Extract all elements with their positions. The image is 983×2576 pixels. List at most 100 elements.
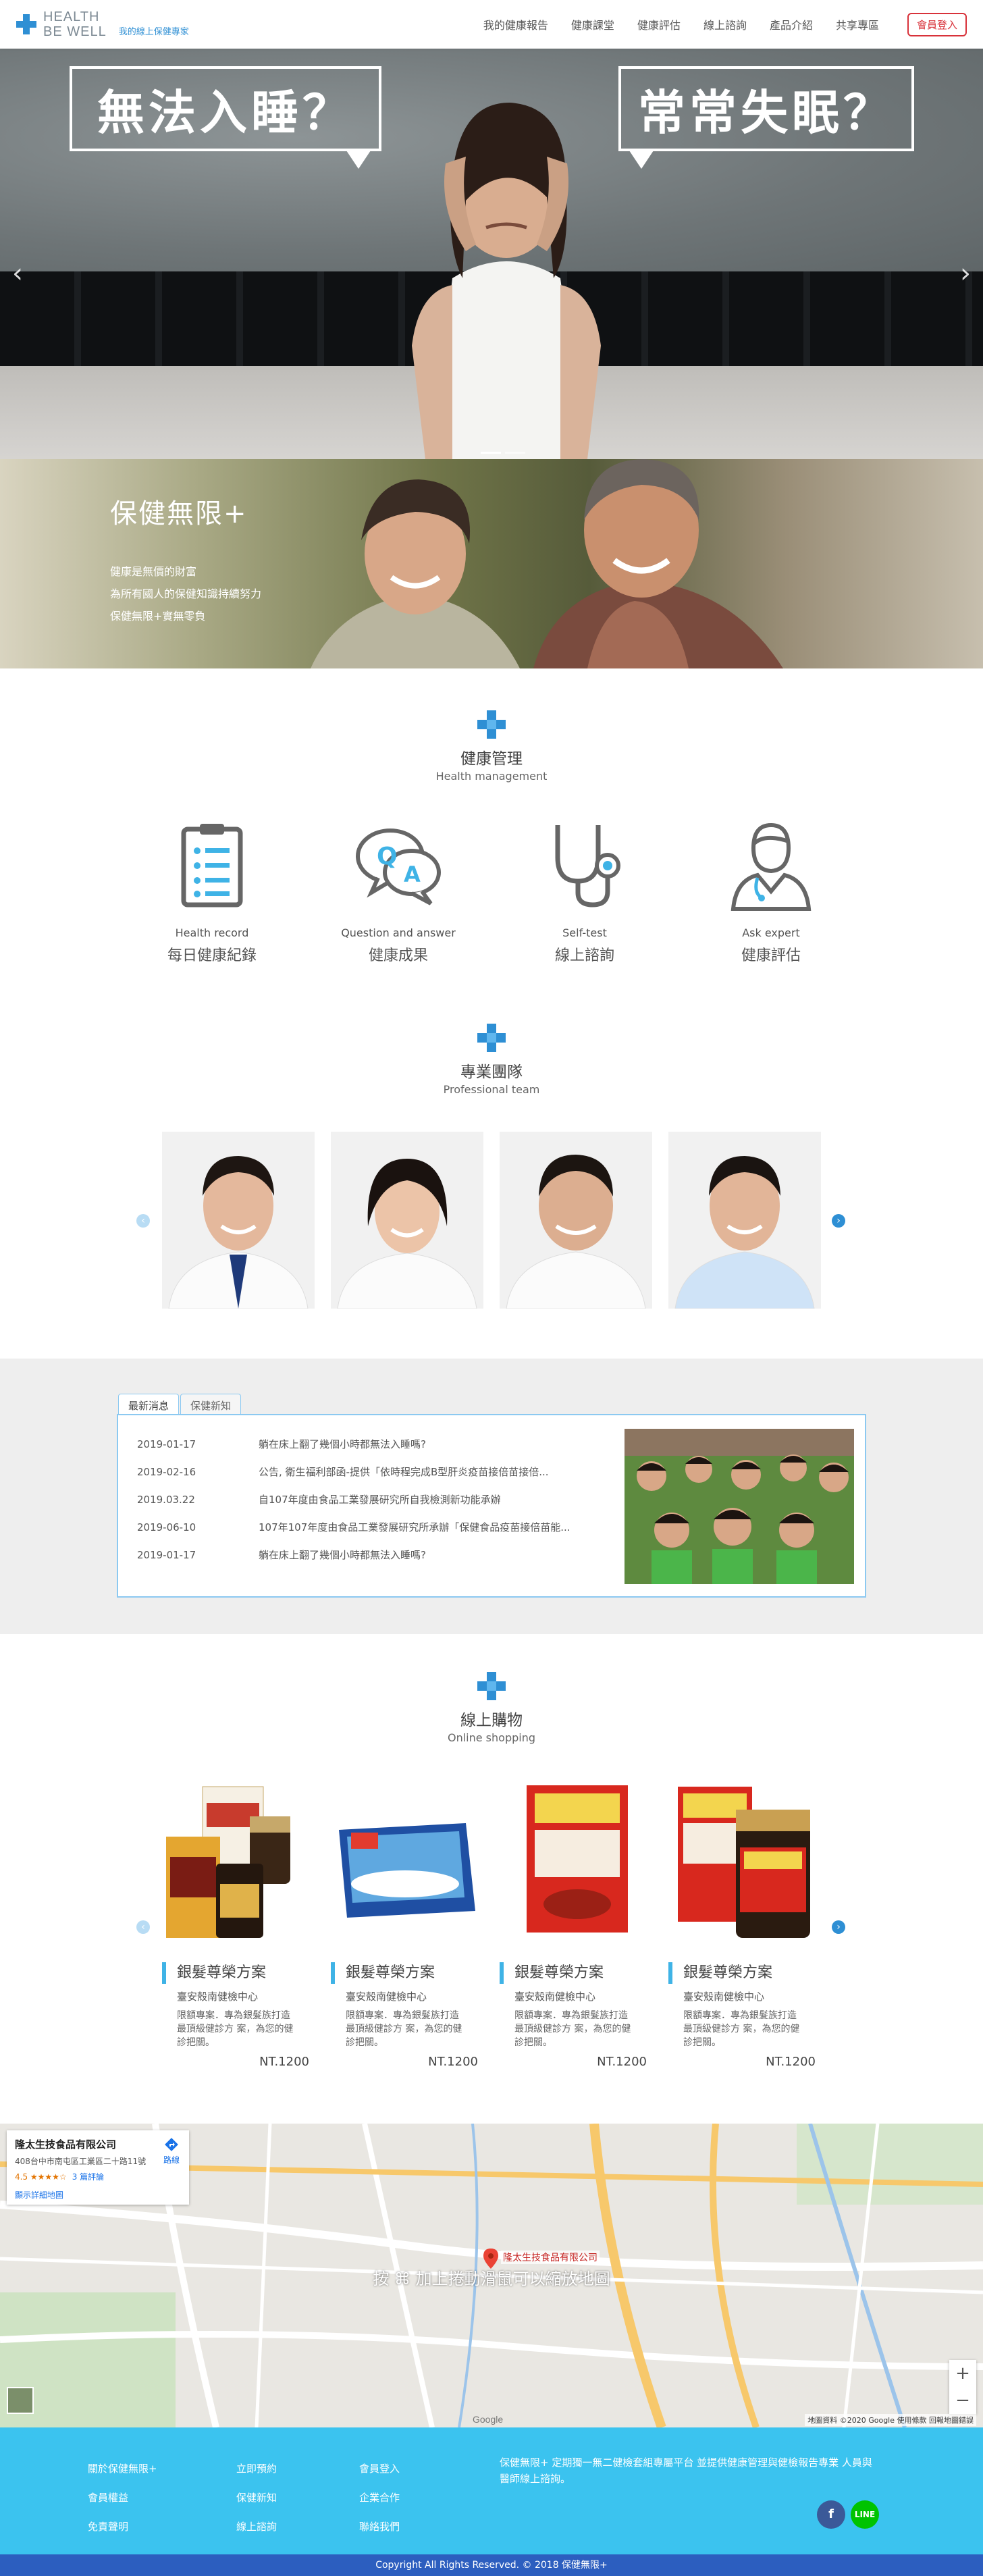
map-address: 408台中市南屯區工業區二十路11號	[15, 2157, 147, 2166]
main-nav: 我的健康報告 健康課堂 健康評估 線上諮詢 產品介紹 共享專區 會員登入	[483, 12, 967, 36]
stethoscope-icon	[555, 825, 620, 908]
health-section-title: 健康管理	[460, 750, 523, 768]
news-item[interactable]: 2019-06-10 107年107年度由食品工業發展研究所承辦「保健食品疫苗接倍…	[137, 1513, 603, 1541]
doctor-icon	[730, 822, 812, 911]
zoom-out-button[interactable]: −	[949, 2387, 976, 2414]
product-carousel: 銀髮尊榮方案 臺安殼南健檢中心 限額專案．專為銀髮族打造最頂級健診方 案，為您的…	[162, 1783, 821, 2069]
banner-title: 保健無限+	[110, 498, 248, 529]
news-date: 2019-01-17	[137, 1548, 196, 1561]
tab-health-knowledge[interactable]: 保健新知	[180, 1394, 242, 1417]
health-item-qa[interactable]: Q A Question and answer 健康成果	[338, 817, 459, 965]
news-item[interactable]: 2019.03.22 自107年度由食品工業發展研究所自我檢測新功能承辦	[137, 1486, 603, 1513]
nav-online-consult[interactable]: 線上諮詢	[703, 16, 747, 32]
news-tabs: 最新消息 保健新知	[118, 1394, 242, 1417]
map-larger-link[interactable]: 顯示詳細地圖	[15, 2189, 181, 2201]
cross-logo-icon	[16, 14, 36, 34]
product-image-natto-box	[527, 1785, 628, 1933]
hero-dot-2[interactable]	[505, 452, 525, 454]
news-title: 躺在床上翻了幾個小時都無法入睡嗎?	[259, 1549, 426, 1561]
hero-next-arrow-icon[interactable]: ›	[960, 258, 971, 289]
product-title: 銀髮尊榮方案	[500, 1962, 652, 1984]
plus-icon	[477, 1024, 506, 1052]
health-item-selftest[interactable]: Self-test 線上諮詢	[524, 817, 645, 965]
footer-link-contact[interactable]: 聯絡我們	[359, 2513, 400, 2542]
product-image-natto-set	[678, 1787, 810, 1938]
map-directions-button[interactable]: 路線	[163, 2137, 180, 2165]
news-item[interactable]: 2019-02-16 公告, 衛生福利部函-提供「依時程完成B型肝炎疫苗接倍苗接倍…	[137, 1458, 603, 1486]
plus-icon	[477, 1672, 506, 1700]
doctor-photo-1	[168, 1156, 309, 1309]
map-zoom-controls: + −	[949, 2360, 976, 2414]
news-photo-children	[625, 1429, 854, 1584]
nav-share-zone[interactable]: 共享專區	[836, 16, 879, 32]
facebook-icon[interactable]: f	[817, 2500, 845, 2529]
product-subtitle: 臺安殼南健檢中心	[346, 1991, 427, 2003]
map-reviews-link[interactable]: 3 篇評論	[72, 2172, 104, 2182]
product-title: 銀髮尊榮方案	[162, 1962, 315, 1984]
footer-link-business[interactable]: 企業合作	[359, 2483, 400, 2513]
product-description: 限額專案．專為銀髮族打造最頂級健診方 案，為您的健診把關。	[514, 2010, 631, 2048]
svg-text:Q: Q	[377, 843, 398, 870]
product-subtitle: 臺安殼南健檢中心	[177, 1991, 259, 2003]
footer-link-member-login[interactable]: 會員登入	[359, 2454, 400, 2483]
news-item[interactable]: 2019-01-17 躺在床上翻了幾個小時都無法入睡嗎?	[137, 1430, 603, 1458]
footer-link-book-now[interactable]: 立即預約	[236, 2454, 277, 2483]
news-item[interactable]: 2019-01-17 躺在床上翻了幾個小時都無法入睡嗎?	[137, 1541, 603, 1569]
logo-tagline: 我的線上保健專家	[118, 26, 189, 37]
hero-prev-arrow-icon[interactable]: ‹	[12, 258, 23, 289]
health-item-qa-en: Question and answer	[341, 926, 456, 939]
footer-link-health-knowledge[interactable]: 保健新知	[236, 2483, 277, 2513]
shop-next-arrow-icon[interactable]: ›	[832, 1920, 845, 1934]
shop-section-heading: 線上購物 Online shopping	[0, 1672, 983, 1744]
news-title: 自107年度由食品工業發展研究所自我檢測新功能承辦	[259, 1494, 501, 1506]
map-directions-label: 路線	[163, 2155, 180, 2165]
team-member-card[interactable]	[668, 1132, 821, 1309]
member-login-button[interactable]: 會員登入	[907, 12, 967, 36]
team-member-card[interactable]	[162, 1132, 315, 1309]
team-section-heading: 專業團隊 Professional team	[0, 1024, 983, 1096]
health-item-record[interactable]: Health record 每日健康紀錄	[151, 817, 273, 965]
brand-banner: 保健無限+ 健康是無價的財富 為所有國人的保健知識持續努力 保健無限+實無零負	[0, 459, 983, 668]
news-date: 2019-06-10	[137, 1521, 196, 1533]
footer-link-about[interactable]: 關於保健無限+	[88, 2454, 157, 2483]
product-card[interactable]: 銀髮尊榮方案 臺安殼南健檢中心 限額專案．專為銀髮族打造最頂級健診方 案，為您的…	[668, 1783, 821, 2069]
shop-prev-arrow-icon[interactable]: ‹	[136, 1920, 150, 1934]
product-card[interactable]: 銀髮尊榮方案 臺安殼南健檢中心 限額專案．專為銀髮族打造最頂級健診方 案，為您的…	[162, 1783, 315, 2069]
product-title: 銀髮尊榮方案	[331, 1962, 483, 1984]
product-subtitle: 臺安殼南健檢中心	[514, 1991, 596, 2003]
news-title: 公告, 衛生福利部函-提供「依時程完成B型肝炎疫苗接倍苗接倍...	[259, 1466, 549, 1478]
news-title: 107年107年度由食品工業發展研究所承辦「保健食品疫苗接倍苗能...	[259, 1521, 570, 1533]
footer-link-disclaimer[interactable]: 免責聲明	[88, 2513, 157, 2542]
line-icon[interactable]: LINE	[851, 2500, 879, 2529]
product-image-herbal	[166, 1786, 290, 1938]
news-panel: 2019-01-17 躺在床上翻了幾個小時都無法入睡嗎? 2019-02-16 公告…	[117, 1414, 866, 1598]
qa-icon: Q A	[356, 829, 441, 905]
tab-latest-news[interactable]: 最新消息	[118, 1394, 180, 1417]
doctor-photo-4	[674, 1156, 815, 1309]
team-next-arrow-icon[interactable]: ›	[832, 1214, 845, 1228]
nav-health-class[interactable]: 健康課堂	[571, 16, 614, 32]
team-member-card[interactable]	[331, 1132, 483, 1309]
plus-icon	[477, 710, 506, 739]
zoom-in-button[interactable]: +	[949, 2360, 976, 2387]
nav-health-report[interactable]: 我的健康報告	[483, 16, 548, 32]
footer-col-2: 立即預約 保健新知 線上諮詢	[236, 2454, 277, 2542]
team-prev-arrow-icon[interactable]: ‹	[136, 1214, 150, 1228]
nav-products[interactable]: 產品介紹	[770, 16, 813, 32]
product-card[interactable]: 銀髮尊榮方案 臺安殼南健檢中心 限額專案．專為銀髮族打造最頂級健診方 案，為您的…	[500, 1783, 652, 2069]
health-item-expert[interactable]: Ask expert 健康評估	[710, 817, 832, 965]
footer-link-member-rights[interactable]: 會員權益	[88, 2483, 157, 2513]
site-logo[interactable]: HEALTH BE WELL 我的線上保健專家	[16, 9, 189, 39]
google-map[interactable]: 隆太生技食品有限公司 408台中市南屯區工業區二十路11號 4.5 ★★★★☆ 3…	[0, 2124, 983, 2427]
map-satellite-toggle[interactable]	[7, 2387, 34, 2414]
footer-link-online-consult[interactable]: 線上諮詢	[236, 2513, 277, 2542]
health-menu: Health record 每日健康紀錄 Q A Question and an…	[0, 817, 983, 965]
hero-dot-1[interactable]	[481, 452, 501, 454]
logo-text: HEALTH BE WELL	[43, 9, 107, 39]
product-price: NT.1200	[766, 2055, 816, 2069]
team-member-card[interactable]	[500, 1132, 652, 1309]
health-item-record-en: Health record	[175, 926, 249, 939]
nav-health-assessment[interactable]: 健康評估	[637, 16, 681, 32]
product-card[interactable]: 銀髮尊榮方案 臺安殼南健檢中心 限額專案．專為銀髮族打造最頂級健診方 案，為您的…	[331, 1783, 483, 2069]
product-price: NT.1200	[259, 2055, 309, 2069]
